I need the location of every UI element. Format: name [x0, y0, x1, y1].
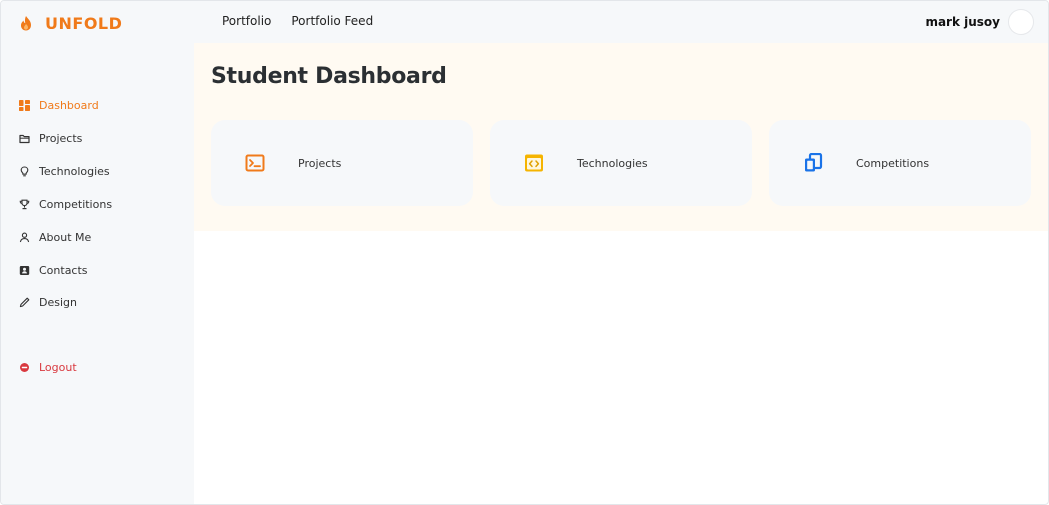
top-bar: UNFOLD Portfolio Portfolio Feed mark jus… [1, 1, 1048, 43]
lightbulb-icon [19, 165, 30, 177]
trophy-icon [19, 199, 30, 210]
sidebar-item-label: About Me [39, 230, 92, 244]
sidebar: Dashboard Projects Technologies Competit… [1, 43, 194, 504]
pen-icon [19, 297, 30, 308]
sidebar-item-dashboard[interactable]: Dashboard [19, 97, 99, 113]
sidebar-item-design[interactable]: Design [19, 294, 77, 310]
flame-logo-icon [21, 16, 31, 31]
top-nav: Portfolio Portfolio Feed [222, 14, 373, 28]
card-technologies[interactable]: Technologies [490, 120, 752, 206]
card-label: Competitions [856, 157, 930, 170]
card-projects[interactable]: Projects [211, 120, 473, 206]
contact-card-icon [19, 265, 30, 276]
sidebar-item-label: Contacts [39, 263, 88, 277]
sidebar-item-logout[interactable]: Logout [19, 359, 77, 375]
code-window-icon [524, 153, 544, 173]
copy-icon [803, 152, 823, 173]
sidebar-item-technologies[interactable]: Technologies [19, 163, 110, 179]
app-window: UNFOLD Portfolio Portfolio Feed mark jus… [0, 0, 1049, 505]
card-label: Projects [298, 157, 342, 170]
user-menu[interactable]: mark jusoy [925, 9, 1034, 35]
dashboard-hero: Student Dashboard Projects Technologies [194, 43, 1048, 231]
sidebar-item-label: Dashboard [39, 98, 99, 112]
card-competitions[interactable]: Competitions [769, 120, 1031, 206]
sidebar-item-projects[interactable]: Projects [19, 130, 82, 146]
sidebar-item-label: Logout [39, 360, 77, 374]
folder-icon [19, 133, 30, 144]
sidebar-item-label: Technologies [39, 164, 110, 178]
logout-icon [19, 362, 30, 373]
nav-link-portfolio-feed[interactable]: Portfolio Feed [291, 14, 373, 28]
user-icon [19, 232, 30, 243]
brand[interactable]: UNFOLD [19, 13, 122, 33]
card-label: Technologies [577, 157, 648, 170]
user-name: mark jusoy [925, 15, 1000, 29]
sidebar-item-label: Competitions [39, 197, 113, 211]
sidebar-item-about-me[interactable]: About Me [19, 229, 91, 245]
sidebar-item-label: Design [39, 295, 77, 309]
page-title: Student Dashboard [211, 64, 447, 89]
sidebar-item-competitions[interactable]: Competitions [19, 196, 112, 212]
sidebar-item-label: Projects [39, 131, 83, 145]
brand-name: UNFOLD [45, 13, 123, 33]
nav-link-portfolio[interactable]: Portfolio [222, 14, 271, 28]
terminal-icon [245, 153, 265, 173]
sidebar-item-contacts[interactable]: Contacts [19, 262, 88, 278]
avatar[interactable] [1008, 9, 1034, 35]
grid-icon [19, 99, 30, 111]
